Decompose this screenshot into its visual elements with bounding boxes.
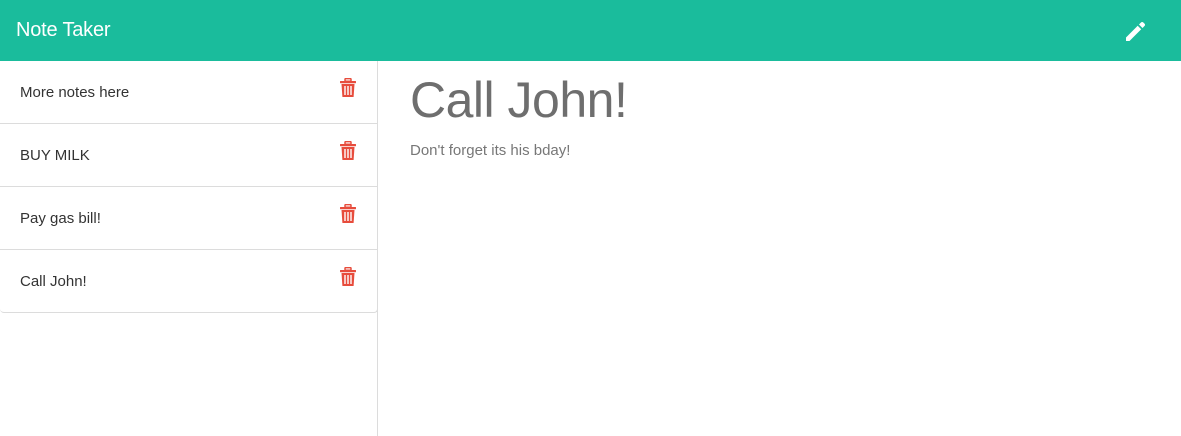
list-item[interactable]: Pay gas bill! <box>0 187 377 250</box>
list-item[interactable]: More notes here <box>0 61 377 124</box>
list-item[interactable]: BUY MILK <box>0 124 377 187</box>
trash-icon[interactable] <box>339 267 357 287</box>
note-sidebar: More notes here BUY MILK Pay gas bill! C… <box>0 61 378 436</box>
brand-title[interactable]: Note Taker <box>16 19 111 42</box>
note-title-input[interactable]: Call John! <box>410 71 1150 129</box>
note-title[interactable]: More notes here <box>20 84 129 101</box>
note-list: More notes here BUY MILK Pay gas bill! C… <box>0 61 378 313</box>
note-title[interactable]: BUY MILK <box>20 147 90 164</box>
note-text-area[interactable]: Don't forget its his bday! <box>410 142 1150 159</box>
trash-icon[interactable] <box>339 78 357 98</box>
note-editor: Call John! Don't forget its his bday! <box>379 61 1181 436</box>
trash-icon[interactable] <box>339 204 357 224</box>
note-title[interactable]: Pay gas bill! <box>20 210 101 227</box>
list-item[interactable]: Call John! <box>0 250 377 312</box>
pencil-icon <box>1126 21 1146 41</box>
trash-icon[interactable] <box>339 141 357 161</box>
navbar: Note Taker <box>0 0 1181 61</box>
new-note-button[interactable] <box>1121 16 1151 46</box>
note-title[interactable]: Call John! <box>20 273 87 290</box>
